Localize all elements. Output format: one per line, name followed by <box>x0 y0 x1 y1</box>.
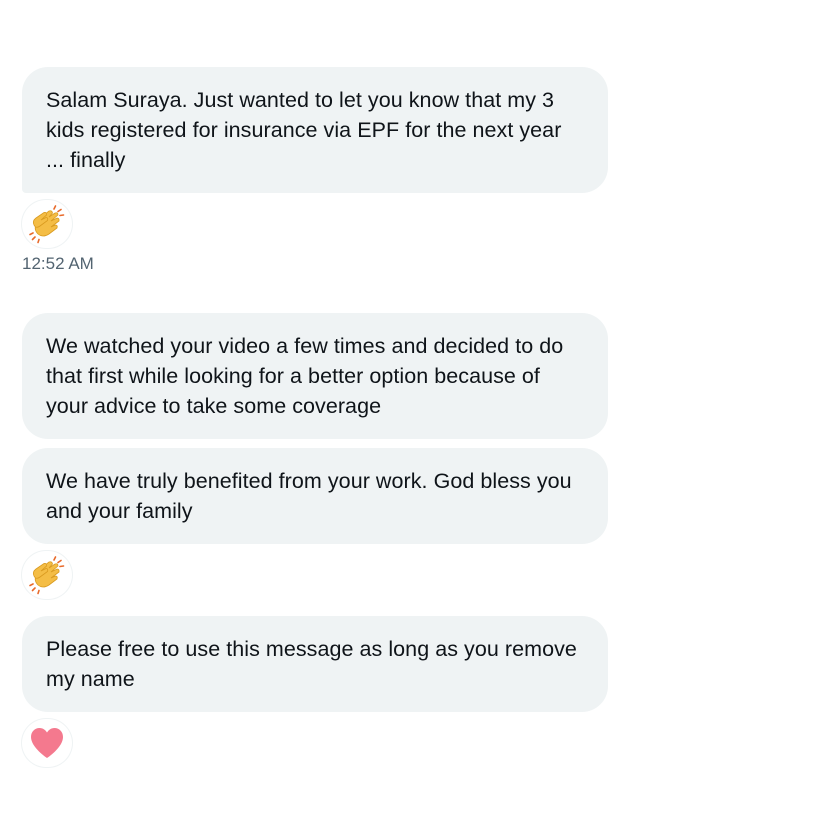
message-bubble[interactable]: We watched your video a few times and de… <box>22 313 608 439</box>
reaction-clap[interactable] <box>22 551 72 599</box>
clapping-hands-icon <box>29 205 65 244</box>
message-bubble[interactable]: Please free to use this message as long … <box>22 616 608 712</box>
message-text: Please free to use this message as long … <box>46 637 577 691</box>
heart-icon <box>31 728 63 758</box>
message-text: We have truly benefited from your work. … <box>46 469 572 523</box>
message-timestamp: 12:52 AM <box>22 254 94 273</box>
message-text: Salam Suraya. Just wanted to let you kno… <box>46 88 562 172</box>
message-bubble[interactable]: We have truly benefited from your work. … <box>22 448 608 544</box>
message-bubble[interactable]: Salam Suraya. Just wanted to let you kno… <box>22 67 608 193</box>
reaction-heart[interactable] <box>22 719 72 767</box>
clapping-hands-icon <box>29 556 65 595</box>
message-text: We watched your video a few times and de… <box>46 334 564 418</box>
reaction-clap[interactable] <box>22 200 72 248</box>
